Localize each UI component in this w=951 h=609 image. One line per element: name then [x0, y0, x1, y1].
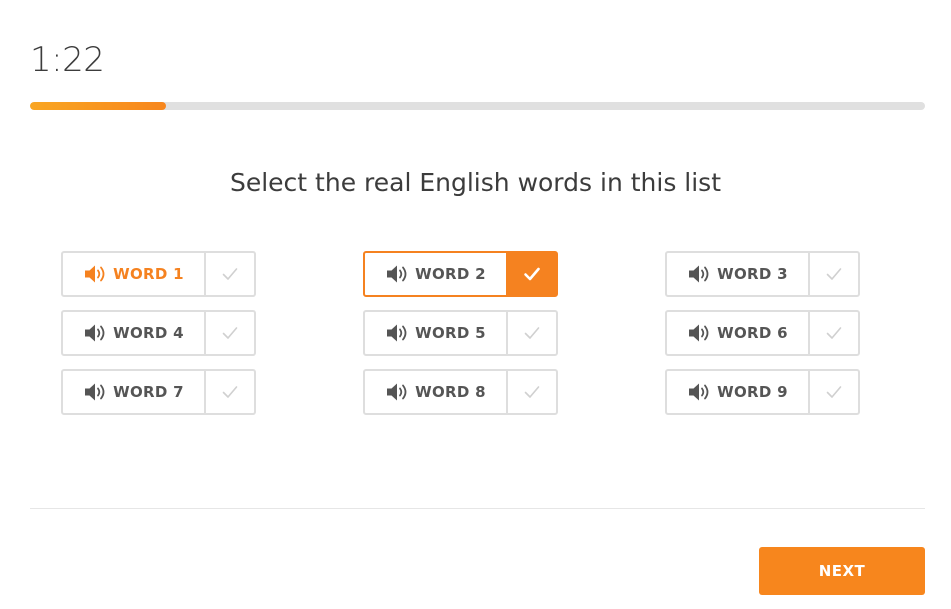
word-label: WORD 4 [113, 324, 184, 342]
word-option[interactable]: WORD 4 [61, 310, 256, 356]
check-icon [523, 325, 541, 341]
word-label: WORD 2 [415, 265, 486, 283]
word-play-area[interactable]: WORD 9 [667, 371, 810, 413]
word-select-checkbox[interactable] [508, 312, 556, 354]
speaker-icon[interactable] [687, 263, 713, 285]
check-icon [221, 325, 239, 341]
word-label: WORD 5 [415, 324, 486, 342]
word-option[interactable]: WORD 9 [665, 369, 860, 415]
speaker-icon[interactable] [83, 322, 109, 344]
word-row: WORD 4 WORD 5 WORD 6 [61, 310, 861, 356]
word-option[interactable]: WORD 6 [665, 310, 860, 356]
word-play-area[interactable]: WORD 2 [365, 253, 508, 295]
word-option[interactable]: WORD 3 [665, 251, 860, 297]
word-option[interactable]: WORD 7 [61, 369, 256, 415]
timer: 1:22 [30, 40, 105, 80]
check-icon [221, 384, 239, 400]
word-select-checkbox[interactable] [508, 253, 556, 295]
check-icon [523, 266, 541, 282]
word-row: WORD 7 WORD 8 WORD 9 [61, 369, 861, 415]
speaker-icon[interactable] [385, 381, 411, 403]
word-play-area[interactable]: WORD 8 [365, 371, 508, 413]
check-icon [825, 384, 843, 400]
progress-bar [30, 102, 925, 110]
word-select-checkbox[interactable] [810, 371, 858, 413]
check-icon [825, 325, 843, 341]
word-select-checkbox[interactable] [206, 312, 254, 354]
word-play-area[interactable]: WORD 3 [667, 253, 810, 295]
speaker-icon[interactable] [385, 322, 411, 344]
word-option[interactable]: WORD 2 [363, 251, 558, 297]
word-select-checkbox[interactable] [508, 371, 556, 413]
word-select-checkbox[interactable] [206, 371, 254, 413]
word-play-area[interactable]: WORD 1 [63, 253, 206, 295]
progress-fill [30, 102, 167, 110]
word-play-area[interactable]: WORD 5 [365, 312, 508, 354]
next-button[interactable]: NEXT [759, 547, 925, 595]
word-label: WORD 6 [717, 324, 788, 342]
word-select-checkbox[interactable] [810, 312, 858, 354]
word-grid: WORD 1 WORD 2 WORD 3 WORD 4 WORD 5 WORD … [61, 251, 861, 416]
speaker-icon[interactable] [83, 381, 109, 403]
check-icon [221, 266, 239, 282]
speaker-icon[interactable] [687, 322, 713, 344]
word-option[interactable]: WORD 5 [363, 310, 558, 356]
question-prompt: Select the real English words in this li… [229, 168, 722, 197]
word-play-area[interactable]: WORD 4 [63, 312, 206, 354]
word-option[interactable]: WORD 1 [61, 251, 256, 297]
word-label: WORD 3 [717, 265, 788, 283]
speaker-icon[interactable] [687, 381, 713, 403]
word-select-checkbox[interactable] [206, 253, 254, 295]
check-icon [523, 384, 541, 400]
word-label: WORD 8 [415, 383, 486, 401]
word-play-area[interactable]: WORD 7 [63, 371, 206, 413]
speaker-icon[interactable] [385, 263, 411, 285]
word-label: WORD 7 [113, 383, 184, 401]
word-label: WORD 9 [717, 383, 788, 401]
footer-divider [30, 508, 925, 509]
word-play-area[interactable]: WORD 6 [667, 312, 810, 354]
speaker-icon[interactable] [83, 263, 109, 285]
word-option[interactable]: WORD 8 [363, 369, 558, 415]
word-select-checkbox[interactable] [810, 253, 858, 295]
check-icon [825, 266, 843, 282]
word-label: WORD 1 [113, 265, 184, 283]
word-row: WORD 1 WORD 2 WORD 3 [61, 251, 861, 297]
